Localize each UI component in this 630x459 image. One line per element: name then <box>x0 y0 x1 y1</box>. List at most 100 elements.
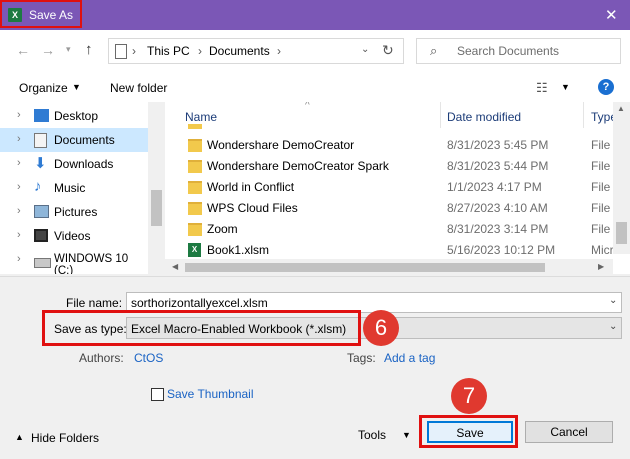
scroll-right-icon[interactable]: ▶ <box>598 262 604 271</box>
file-name: Book1.xlsm <box>207 243 270 257</box>
file-date: 5/16/2023 10:12 PM <box>447 243 556 257</box>
sidebar-item-downloads[interactable]: › ⬇ Downloads <box>0 152 148 176</box>
sidebar-item-desktop[interactable]: › Desktop <box>0 104 148 128</box>
refresh-icon[interactable]: ↻ <box>382 42 394 59</box>
file-type: File <box>591 138 611 152</box>
file-name-label: File name: <box>66 296 123 310</box>
scrollbar-thumb[interactable] <box>185 263 545 272</box>
file-name: Zoom <box>207 222 238 236</box>
toolbar: Organize ▼ New folder ☷ ▼ ? <box>0 72 630 102</box>
sidebar-item-label: WINDOWS 10 (C:) <box>54 253 129 274</box>
file-type: File <box>591 159 611 173</box>
forward-arrow-icon[interactable]: → <box>41 42 55 58</box>
view-chevron-icon[interactable]: ▼ <box>561 82 570 92</box>
sidebar-item-label: Pictures <box>54 205 98 219</box>
file-list-vertical-scrollbar[interactable]: ▲ <box>613 102 630 254</box>
step-badge-7: 7 <box>451 378 487 414</box>
dropdown-chevron-icon[interactable]: ⌄ <box>609 295 617 306</box>
list-item[interactable]: WPS Cloud Files 8/27/2023 4:10 AM File <box>165 198 615 219</box>
cancel-button[interactable]: Cancel <box>525 421 613 443</box>
file-type: File <box>591 201 611 215</box>
scrollbar-thumb[interactable] <box>616 222 627 244</box>
excel-file-icon: X <box>188 243 201 257</box>
search-box[interactable]: ⌕ Search Documents <box>416 38 621 64</box>
window-title: Save As <box>29 8 74 22</box>
sidebar-item-label: Music <box>54 181 86 195</box>
sidebar-item-pictures[interactable]: › Pictures <box>0 200 148 224</box>
view-options-icon[interactable]: ☷ <box>536 80 548 96</box>
tools-button[interactable]: Tools <box>358 428 386 442</box>
sidebar-item-label: Videos <box>54 229 91 243</box>
breadcrumb-separator-icon: › <box>132 44 136 58</box>
search-input[interactable]: Search Documents <box>457 44 559 58</box>
breadcrumb-separator-icon: › <box>277 44 281 58</box>
sidebar-item-label: Documents <box>54 133 115 147</box>
breadcrumb-this-pc[interactable]: This PC <box>147 44 190 58</box>
breadcrumb-documents[interactable]: Documents <box>209 44 270 58</box>
sidebar-item-windows-drive[interactable]: › WINDOWS 10 (C:) <box>0 248 148 274</box>
column-header-name[interactable]: Name <box>185 110 217 124</box>
tools-chevron-icon[interactable]: ▼ <box>402 430 411 440</box>
list-item[interactable]: Wondershare DemoCreator Spark 8/31/2023 … <box>165 156 615 177</box>
hide-folders-button[interactable]: Hide Folders <box>31 431 99 445</box>
expand-chevron-icon[interactable]: › <box>17 229 21 241</box>
sidebar-item-music[interactable]: › ♪ Music <box>0 176 148 200</box>
expand-chevron-icon[interactable]: › <box>17 133 21 145</box>
file-list-horizontal-scrollbar[interactable]: ◀ ▶ <box>165 259 613 276</box>
scrollbar-thumb[interactable] <box>151 190 162 226</box>
back-arrow-icon[interactable]: ← <box>16 42 30 58</box>
authors-value[interactable]: CtOS <box>134 351 163 365</box>
sidebar-item-label: Desktop <box>54 109 99 123</box>
step-badge-6: 6 <box>363 310 399 346</box>
file-name-value: sorthorizontallyexcel.xlsm <box>131 296 268 310</box>
file-date: 8/27/2023 4:10 AM <box>447 201 548 215</box>
save-button[interactable]: Save <box>427 421 513 443</box>
file-date: 1/1/2023 4:17 PM <box>447 180 542 194</box>
expand-chevron-icon[interactable]: › <box>17 157 21 169</box>
recent-chevron-icon[interactable]: ▾ <box>66 44 71 55</box>
folder-icon <box>188 160 202 173</box>
list-item[interactable]: X Book1.xlsm 5/16/2023 10:12 PM Micr <box>165 240 615 261</box>
navigation-pane: › Desktop › Documents › ⬇ Downloads › ♪ … <box>0 102 165 274</box>
partially-visible-row <box>165 124 615 132</box>
folder-icon <box>188 181 202 194</box>
file-list: ^ Name Date modified Type Wondershare De… <box>165 102 630 274</box>
expand-chevron-icon[interactable]: › <box>17 253 21 265</box>
save-form: File name: sorthorizontallyexcel.xlsm ⌄ … <box>0 276 630 459</box>
expand-chevron-icon[interactable]: › <box>17 109 21 121</box>
column-header-date[interactable]: Date modified <box>447 110 521 124</box>
scroll-left-icon[interactable]: ◀ <box>172 262 178 271</box>
file-type: File <box>591 222 611 236</box>
expand-chevron-icon[interactable]: › <box>17 205 21 217</box>
videos-icon <box>34 229 48 242</box>
new-folder-button[interactable]: New folder <box>110 81 167 95</box>
excel-icon: X <box>8 8 22 22</box>
close-icon[interactable]: ✕ <box>605 6 618 24</box>
save-type-highlight-box <box>42 310 361 346</box>
scroll-up-icon[interactable]: ▲ <box>617 104 625 113</box>
file-name: Wondershare DemoCreator <box>207 138 355 152</box>
file-name: World in Conflict <box>207 180 295 194</box>
organize-button[interactable]: Organize <box>19 81 68 95</box>
navigation-bar: ← → ▾ ↑ › This PC › Documents › ⌄ ↻ ⌕ Se… <box>0 30 630 72</box>
list-item[interactable]: Zoom 8/31/2023 3:14 PM File <box>165 219 615 240</box>
help-icon[interactable]: ? <box>598 79 614 95</box>
this-pc-icon <box>115 44 127 59</box>
sidebar-item-videos[interactable]: › Videos <box>0 224 148 248</box>
dropdown-chevron-icon[interactable]: ⌄ <box>609 321 617 332</box>
address-bar[interactable]: › This PC › Documents › ⌄ ↻ <box>108 38 404 64</box>
file-name: Wondershare DemoCreator Spark <box>207 159 389 173</box>
sidebar-item-documents[interactable]: › Documents <box>0 128 148 152</box>
expand-chevron-icon[interactable]: › <box>17 181 21 193</box>
folder-icon <box>188 139 202 152</box>
drive-icon <box>34 258 51 268</box>
collapse-chevron-icon[interactable]: ▲ <box>15 432 24 442</box>
address-history-chevron-icon[interactable]: ⌄ <box>361 44 369 55</box>
list-item[interactable]: Wondershare DemoCreator 8/31/2023 5:45 P… <box>165 135 615 156</box>
up-arrow-icon[interactable]: ↑ <box>85 41 93 58</box>
breadcrumb-separator-icon: › <box>198 44 202 58</box>
add-tag-link[interactable]: Add a tag <box>384 351 435 365</box>
list-item[interactable]: World in Conflict 1/1/2023 4:17 PM File <box>165 177 615 198</box>
navigation-scrollbar[interactable] <box>148 102 165 274</box>
save-thumbnail-checkbox[interactable] <box>151 388 164 401</box>
